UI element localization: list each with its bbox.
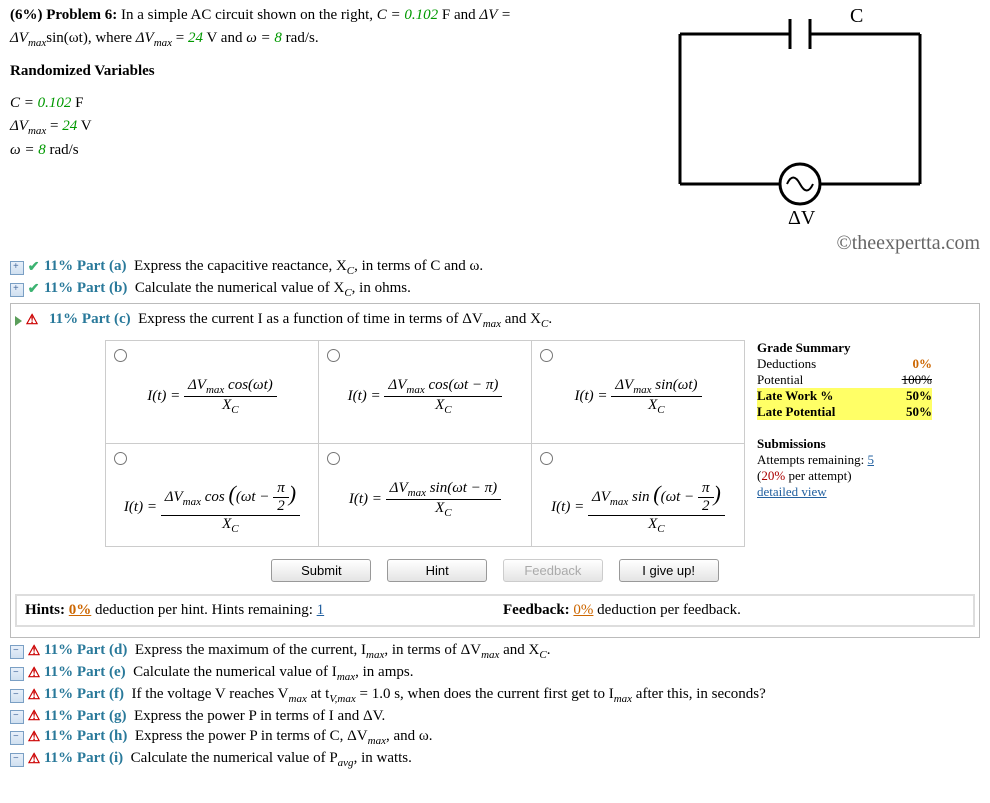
collapse-icon[interactable] [10,731,24,745]
part-c: ⚠ 11% Part (c) Express the current I as … [10,303,980,638]
expand-icon[interactable] [10,283,24,297]
circuit-diagram: C ΔV [650,4,950,224]
hint-button[interactable]: Hint [387,559,487,582]
randvars-list: C = 0.102 F ΔVmax = 24 V ω = 8 rad/s [10,92,600,162]
choice-2[interactable]: I(t) = ΔVmax cos(ωt − π)XC [319,341,532,444]
part-b[interactable]: ✔ 11% Part (b) Calculate the numerical v… [10,280,980,299]
collapse-icon[interactable] [10,689,24,703]
part-f[interactable]: ⚠ 11% Part (f) If the voltage V reaches … [10,686,980,705]
collapse-icon[interactable] [10,667,24,681]
hints-remaining-link[interactable]: 1 [317,602,325,618]
part-e[interactable]: ⚠ 11% Part (e) Calculate the numerical v… [10,664,980,683]
expand-icon[interactable] [10,261,24,275]
submit-button[interactable]: Submit [271,559,371,582]
warning-icon: ⚠ [28,709,41,724]
warning-icon: ⚠ [28,666,41,681]
svg-text:ΔV: ΔV [788,207,816,224]
part-h[interactable]: ⚠ 11% Part (h) Express the power P in te… [10,728,980,747]
warning-icon: ⚠ [28,752,41,767]
check-icon: ✔ [28,260,40,275]
giveup-button[interactable]: I give up! [619,559,719,582]
attempts-remaining-link[interactable]: 5 [867,452,874,467]
collapse-icon[interactable] [10,753,24,767]
copyright: ©theexpertta.com [620,232,980,255]
choice-6[interactable]: I(t) = ΔVmax sin ((ωt − π2)XC [532,444,745,547]
randvars-heading: Randomized Variables [10,63,600,80]
choice-1[interactable]: I(t) = ΔVmax cos(ωt)XC [106,341,319,444]
collapse-icon[interactable] [10,710,24,724]
answer-choices: I(t) = ΔVmax cos(ωt)XC I(t) = ΔVmax cos(… [105,340,745,547]
warning-icon: ⚠ [28,730,41,745]
feedback-button: Feedback [503,559,603,582]
svg-text:C: C [850,5,863,27]
choice-1-radio[interactable] [114,349,127,362]
part-i[interactable]: ⚠ 11% Part (i) Calculate the numerical v… [10,750,980,769]
warning-icon: ⚠ [28,688,41,703]
hints-feedback-row: Hints: 0% deduction per hint. Hints rema… [15,594,975,627]
problem-statement: (6%) Problem 6: In a simple AC circuit s… [10,4,600,51]
detailed-view-link[interactable]: detailed view [757,484,827,499]
check-icon: ✔ [28,282,40,297]
choice-4[interactable]: I(t) = ΔVmax cos ((ωt − π2)XC [106,444,319,547]
part-a[interactable]: ✔ 11% Part (a) Express the capacitive re… [10,258,980,277]
active-part-icon [15,316,22,326]
collapse-icon[interactable] [10,645,24,659]
warning-icon: ⚠ [26,313,39,328]
warning-icon: ⚠ [28,644,41,659]
choice-3[interactable]: I(t) = ΔVmax sin(ωt)XC [532,341,745,444]
grade-summary: Grade Summary Deductions0% Potential100%… [757,340,932,500]
part-g[interactable]: ⚠ 11% Part (g) Express the power P in te… [10,708,980,725]
part-d[interactable]: ⚠ 11% Part (d) Express the maximum of th… [10,642,980,661]
choice-5[interactable]: I(t) = ΔVmax sin(ωt − π)XC [319,444,532,547]
choice-6-radio[interactable] [540,452,553,465]
choice-3-radio[interactable] [540,349,553,362]
choice-4-radio[interactable] [114,452,127,465]
choice-5-radio[interactable] [327,452,340,465]
choice-2-radio[interactable] [327,349,340,362]
